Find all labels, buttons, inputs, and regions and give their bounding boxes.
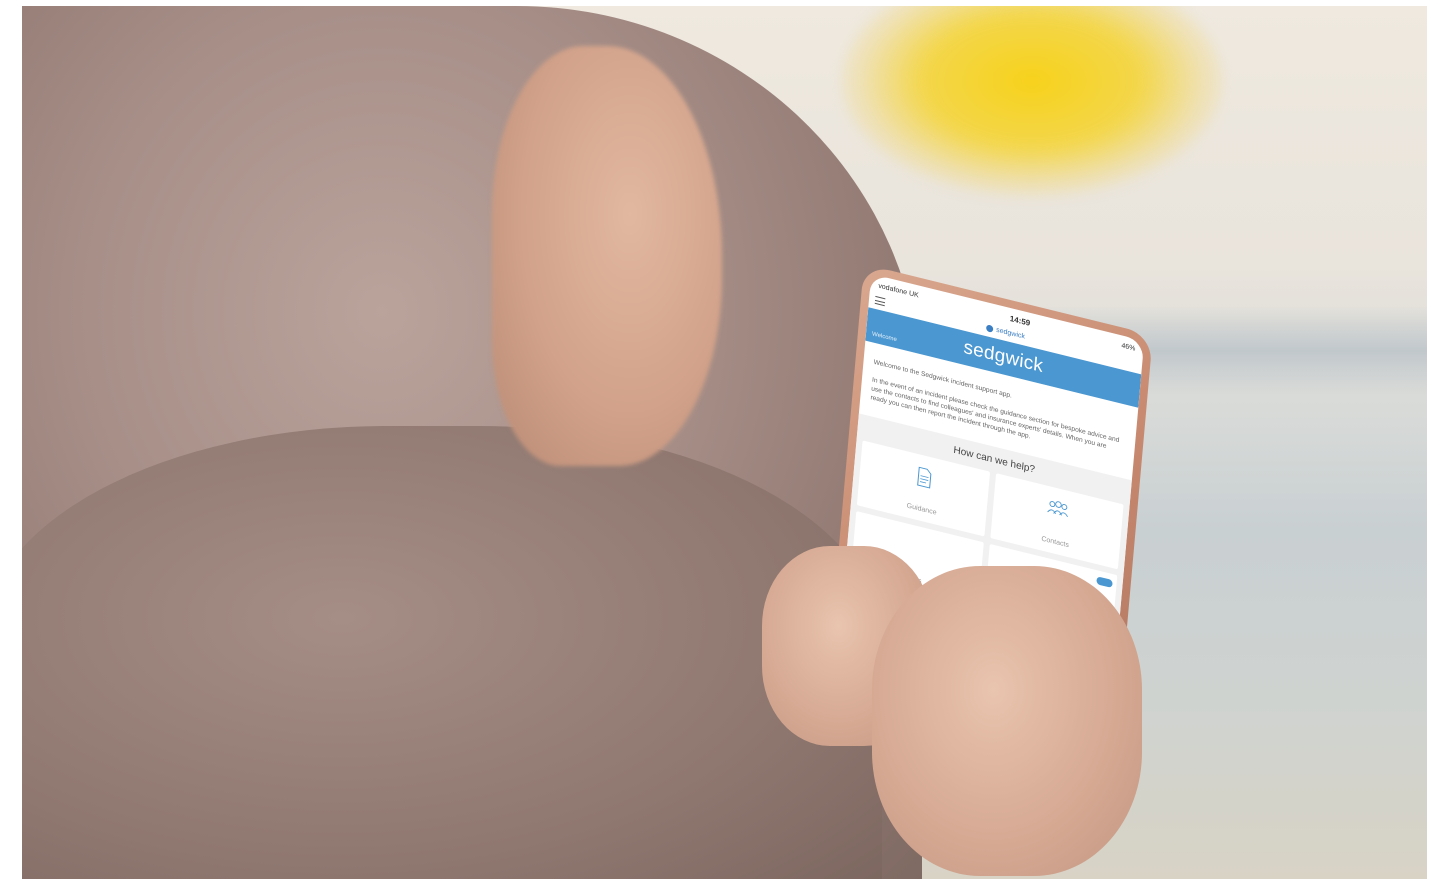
photo-background: vodafone UK 14:59 46% sedgwick Welcome s… <box>22 6 1427 879</box>
tile-label: Guidance <box>906 502 937 517</box>
document-icon <box>917 466 932 489</box>
people-icon <box>1047 500 1068 517</box>
tile-label: Contacts <box>1041 535 1070 549</box>
section-label: Welcome <box>871 331 898 344</box>
right-hand <box>872 566 1142 876</box>
hamburger-menu-icon[interactable] <box>874 295 886 307</box>
face <box>492 46 722 466</box>
shoulder-drape <box>22 426 882 879</box>
app-logo-small-text: sedgwick <box>995 326 1026 341</box>
blurred-sun <box>842 6 1222 196</box>
sedgwick-logo-icon <box>985 323 994 333</box>
battery-level: 46% <box>1121 341 1136 353</box>
notification-badge <box>1096 575 1113 588</box>
